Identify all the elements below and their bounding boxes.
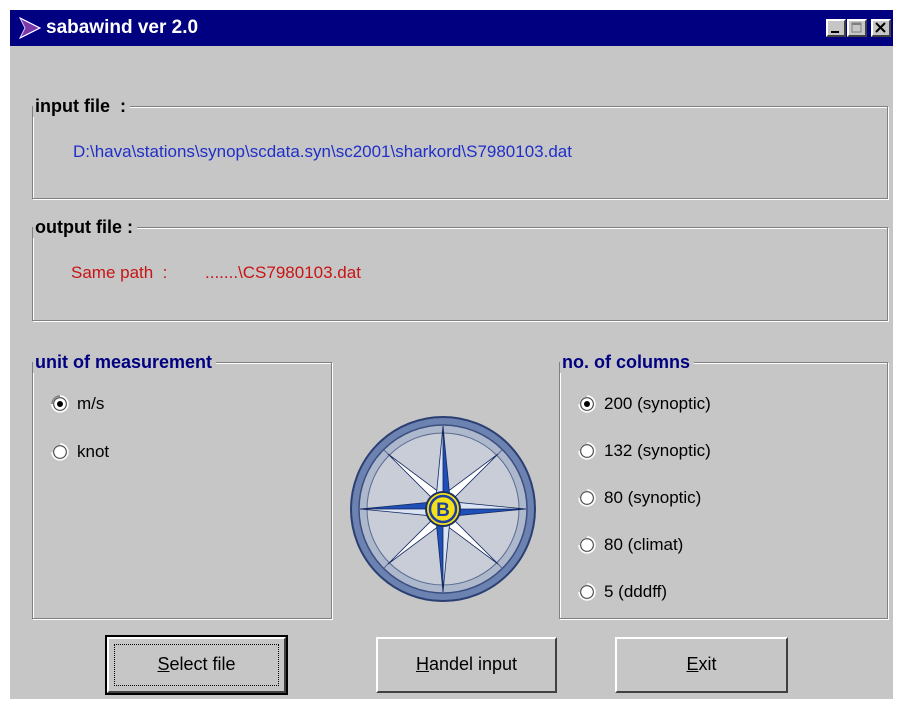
unit-option-knot[interactable]: knot xyxy=(51,441,251,465)
handel-input-mnemonic: H xyxy=(415,654,429,674)
output-file-legend: output file : xyxy=(33,216,137,238)
unit-option-ms[interactable]: m/s xyxy=(51,393,251,417)
compass-center-letter: B xyxy=(436,500,450,521)
maximize-icon xyxy=(851,22,862,33)
radio-selected-icon[interactable] xyxy=(51,395,69,413)
radio-unselected-icon[interactable] xyxy=(578,489,596,507)
columns-option-label: 5 (dddff) xyxy=(604,582,668,601)
columns-option-80-climat[interactable]: 80 (climat) xyxy=(578,534,838,558)
columns-option-label: 80 (synoptic) xyxy=(604,488,702,507)
input-file-path: D:\hava\stations\synop\scdata.syn\sc2001… xyxy=(73,142,572,161)
columns-option-label: 200 (synoptic) xyxy=(604,394,711,413)
radio-unselected-icon[interactable] xyxy=(51,443,69,461)
columns-option-200-synoptic[interactable]: 200 (synoptic) xyxy=(578,393,838,417)
output-file-group: output file : Same path : .......\CS7980… xyxy=(32,216,888,321)
close-button[interactable] xyxy=(871,19,891,37)
unit-option-label: m/s xyxy=(77,394,105,413)
output-path-label: Same path : xyxy=(71,263,168,282)
minimize-icon xyxy=(831,31,839,33)
radio-unselected-icon[interactable] xyxy=(578,583,596,601)
exit-mnemonic: E xyxy=(686,654,699,674)
columns-legend: no. of columns xyxy=(560,351,694,373)
output-path-value: .......\CS7980103.dat xyxy=(205,263,361,282)
unit-option-label: knot xyxy=(77,442,110,461)
columns-option-label: 132 (synoptic) xyxy=(604,441,711,460)
unit-legend: unit of measurement xyxy=(33,351,217,373)
window-title: sabawind ver 2.0 xyxy=(46,17,199,38)
compass-rose-logo: B xyxy=(350,416,536,602)
input-file-legend: input file : xyxy=(33,95,130,117)
columns-option-132-synoptic[interactable]: 132 (synoptic) xyxy=(578,440,838,464)
radio-selected-icon[interactable] xyxy=(578,395,596,413)
app-window: sabawind ver 2.0 input file : D:\hava\st… xyxy=(10,10,893,699)
radio-unselected-icon[interactable] xyxy=(578,536,596,554)
handel-input-button[interactable]: Handel input xyxy=(376,637,557,693)
columns-option-80-synoptic[interactable]: 80 (synoptic) xyxy=(578,487,838,511)
focus-rectangle xyxy=(114,644,279,686)
radio-unselected-icon[interactable] xyxy=(578,442,596,460)
close-icon xyxy=(875,22,886,33)
title-bar[interactable]: sabawind ver 2.0 xyxy=(10,10,893,46)
input-file-group: input file : D:\hava\stations\synop\scda… xyxy=(32,95,888,199)
app-arrow-icon xyxy=(18,16,42,40)
select-file-button[interactable]: Select file xyxy=(105,635,288,695)
unit-of-measurement-group: unit of measurement m/s knot xyxy=(32,351,332,619)
handel-input-label: andel input xyxy=(428,654,518,674)
columns-option-label: 80 (climat) xyxy=(604,535,684,554)
minimize-button[interactable] xyxy=(826,19,846,37)
maximize-button[interactable] xyxy=(847,19,867,37)
exit-button[interactable]: Exit xyxy=(615,637,788,693)
number-of-columns-group: no. of columns 200 (synoptic) 132 (synop… xyxy=(559,351,888,619)
exit-label: xit xyxy=(698,654,717,674)
columns-option-5-dddff[interactable]: 5 (dddff) xyxy=(578,581,838,605)
